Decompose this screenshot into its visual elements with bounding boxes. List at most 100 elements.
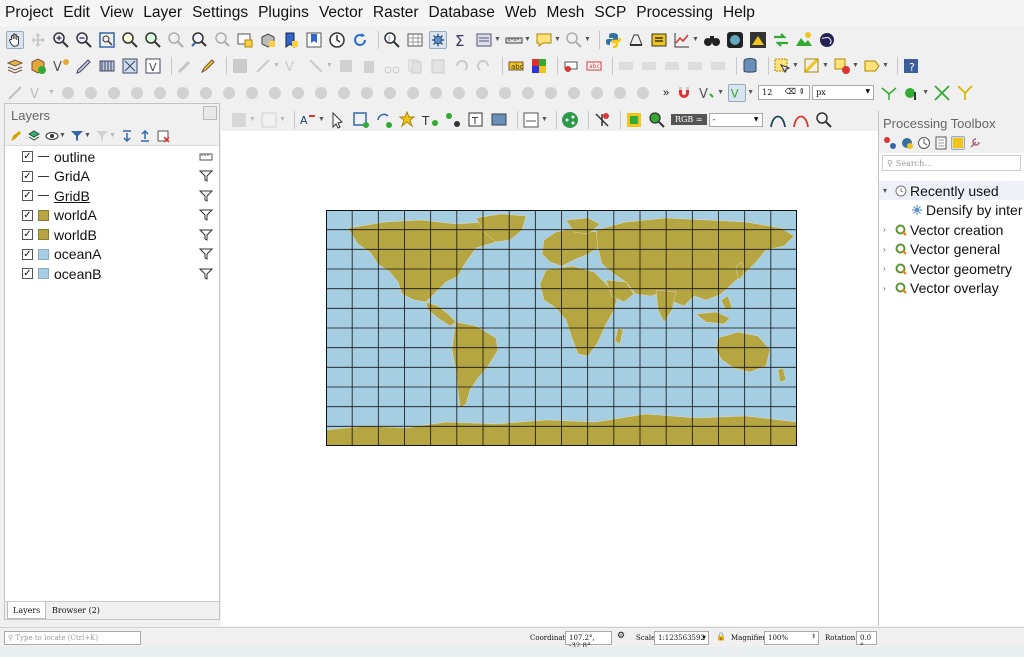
menu-layer[interactable]: Layer [143,4,182,22]
world-map[interactable] [326,210,797,446]
layer-filter-icon[interactable] [199,189,213,203]
layer-item-oceana[interactable]: ✓ oceanA [5,245,219,264]
data-source-manager-icon[interactable] [6,57,24,75]
layer-item-gridb[interactable]: ✓ GridB [5,186,219,205]
digitize-tool-22-icon[interactable] [496,84,514,102]
open-layer-styling-icon[interactable] [9,129,23,143]
digitize-tool-19-icon[interactable] [427,84,445,102]
expand-arrow-icon[interactable]: ▾ [883,186,893,195]
cut-icon[interactable] [383,57,401,75]
layer-visibility-checkbox[interactable]: ✓ [22,151,33,162]
zoom-in-icon[interactable] [52,31,70,49]
layer-filter-icon[interactable] [199,247,213,261]
processing-item-vector-general[interactable]: › Vector general [879,240,1024,259]
digitize-tool-24-icon[interactable] [542,84,560,102]
new-temp-layer-icon[interactable] [98,57,116,75]
zoom-native-icon[interactable] [167,31,185,49]
label-tool-4-icon[interactable] [663,57,681,75]
undo-icon[interactable] [452,57,470,75]
tab-layers[interactable]: Layers [7,602,47,619]
digitize-tool-26-icon[interactable] [588,84,606,102]
layer-filter-icon[interactable] [199,267,213,281]
digitize-tool-18-icon[interactable] [404,84,422,102]
pan-selection-icon[interactable] [29,31,47,49]
attribute-table-icon[interactable] [406,31,424,49]
options-wrench-icon[interactable] [968,136,982,150]
layer-item-grida[interactable]: ✓ GridA [5,167,219,186]
modify-attributes-icon[interactable] [307,57,325,75]
vertex-select-icon[interactable] [352,111,370,129]
scp-zoom-icon[interactable] [648,111,666,129]
digitize-tool-9-icon[interactable] [197,84,215,102]
add-point-icon[interactable] [398,110,416,129]
menu-plugins[interactable]: Plugins [258,4,309,22]
layer-indicator-icon[interactable] [199,150,213,164]
pin-labels-icon[interactable] [562,57,580,75]
manage-visibility-icon[interactable] [45,129,59,143]
digitize-tool-6-icon[interactable] [128,84,146,102]
scp-tool-icon[interactable] [593,111,611,129]
locator-icon[interactable] [565,31,583,49]
remove-layer-icon[interactable] [156,129,170,143]
help-icon[interactable]: ? [902,57,920,75]
add-group-icon[interactable] [27,129,41,143]
field-calculator-icon[interactable] [475,31,493,49]
menu-settings[interactable]: Settings [192,4,248,22]
layer-item-oceanb[interactable]: ✓ oceanB [5,264,219,283]
layer-visibility-checkbox[interactable]: ✓ [22,268,33,279]
new-spatial-bookmark-icon[interactable] [282,31,300,49]
filter-legend-icon[interactable] [70,129,84,143]
text-annotation-icon[interactable]: T [421,111,439,129]
processing-item-vector-creation[interactable]: › Vector creation [879,220,1024,239]
new-geopackage-icon[interactable] [29,57,47,75]
snap-unit-select[interactable]: px ▼ [812,85,875,100]
zoom-out-icon[interactable] [75,31,93,49]
profile-tool-icon[interactable] [673,31,691,49]
map-canvas[interactable] [221,131,878,626]
menu-processing[interactable]: Processing [636,4,713,22]
filter-expression-icon[interactable] [95,129,109,143]
menu-mesh[interactable]: Mesh [547,4,585,22]
digitize-tool-1-icon[interactable] [6,84,24,102]
processing-item-recently-used[interactable]: ▾ Recently used [879,181,1024,200]
measure-icon[interactable] [505,31,523,49]
digitize-tool-15-icon[interactable] [335,84,353,102]
new-3d-view-icon[interactable] [259,31,277,49]
python-console-icon[interactable] [604,31,622,49]
database-icon[interactable] [741,57,759,75]
zoom-layer-icon[interactable] [144,31,162,49]
digitize-tool-25-icon[interactable] [565,84,583,102]
menu-database[interactable]: Database [429,4,495,22]
processing-item-vector-geometry[interactable]: › Vector geometry [879,259,1024,278]
menu-edit[interactable]: Edit [63,4,90,22]
vertex-tool-icon[interactable]: V [284,57,302,75]
layer-tool-a-icon[interactable] [230,111,248,129]
label-tool-6-icon[interactable] [709,57,727,75]
identify-icon[interactable]: i [383,31,401,49]
plugin-e-icon[interactable] [772,31,790,49]
label-tool-2-icon[interactable] [617,57,635,75]
text-box-icon[interactable]: T [467,111,485,129]
copy-icon[interactable] [406,57,424,75]
scp-curve-1-icon[interactable] [769,111,787,129]
style-manager-icon[interactable] [530,57,548,75]
rotate-feature-icon[interactable] [375,111,393,129]
snap-mode-icon[interactable]: V [728,83,747,102]
zoom-next-icon[interactable] [213,31,231,49]
processing-item-densify-by-inter[interactable]: Densify by inter [879,201,1024,220]
models-icon[interactable] [883,136,897,150]
digitize-tool-27-icon[interactable] [611,84,629,102]
digitize-tool-16-icon[interactable] [358,84,376,102]
zoom-full-icon[interactable] [98,31,116,49]
label-text-icon[interactable]: A [299,111,317,129]
delete-icon[interactable] [360,57,378,75]
snap-intersection-icon[interactable] [933,84,951,102]
digitize-tool-23-icon[interactable] [519,84,537,102]
menu-vector[interactable]: Vector [319,4,363,22]
layer-tool-b-icon[interactable] [260,111,278,129]
share-icon[interactable] [561,111,579,129]
menu-scp[interactable]: SCP [594,4,626,22]
layer-item-worlda[interactable]: ✓ worldA [5,206,219,225]
plugin-d-icon[interactable] [749,31,767,49]
topological-editing-icon[interactable] [880,84,898,102]
